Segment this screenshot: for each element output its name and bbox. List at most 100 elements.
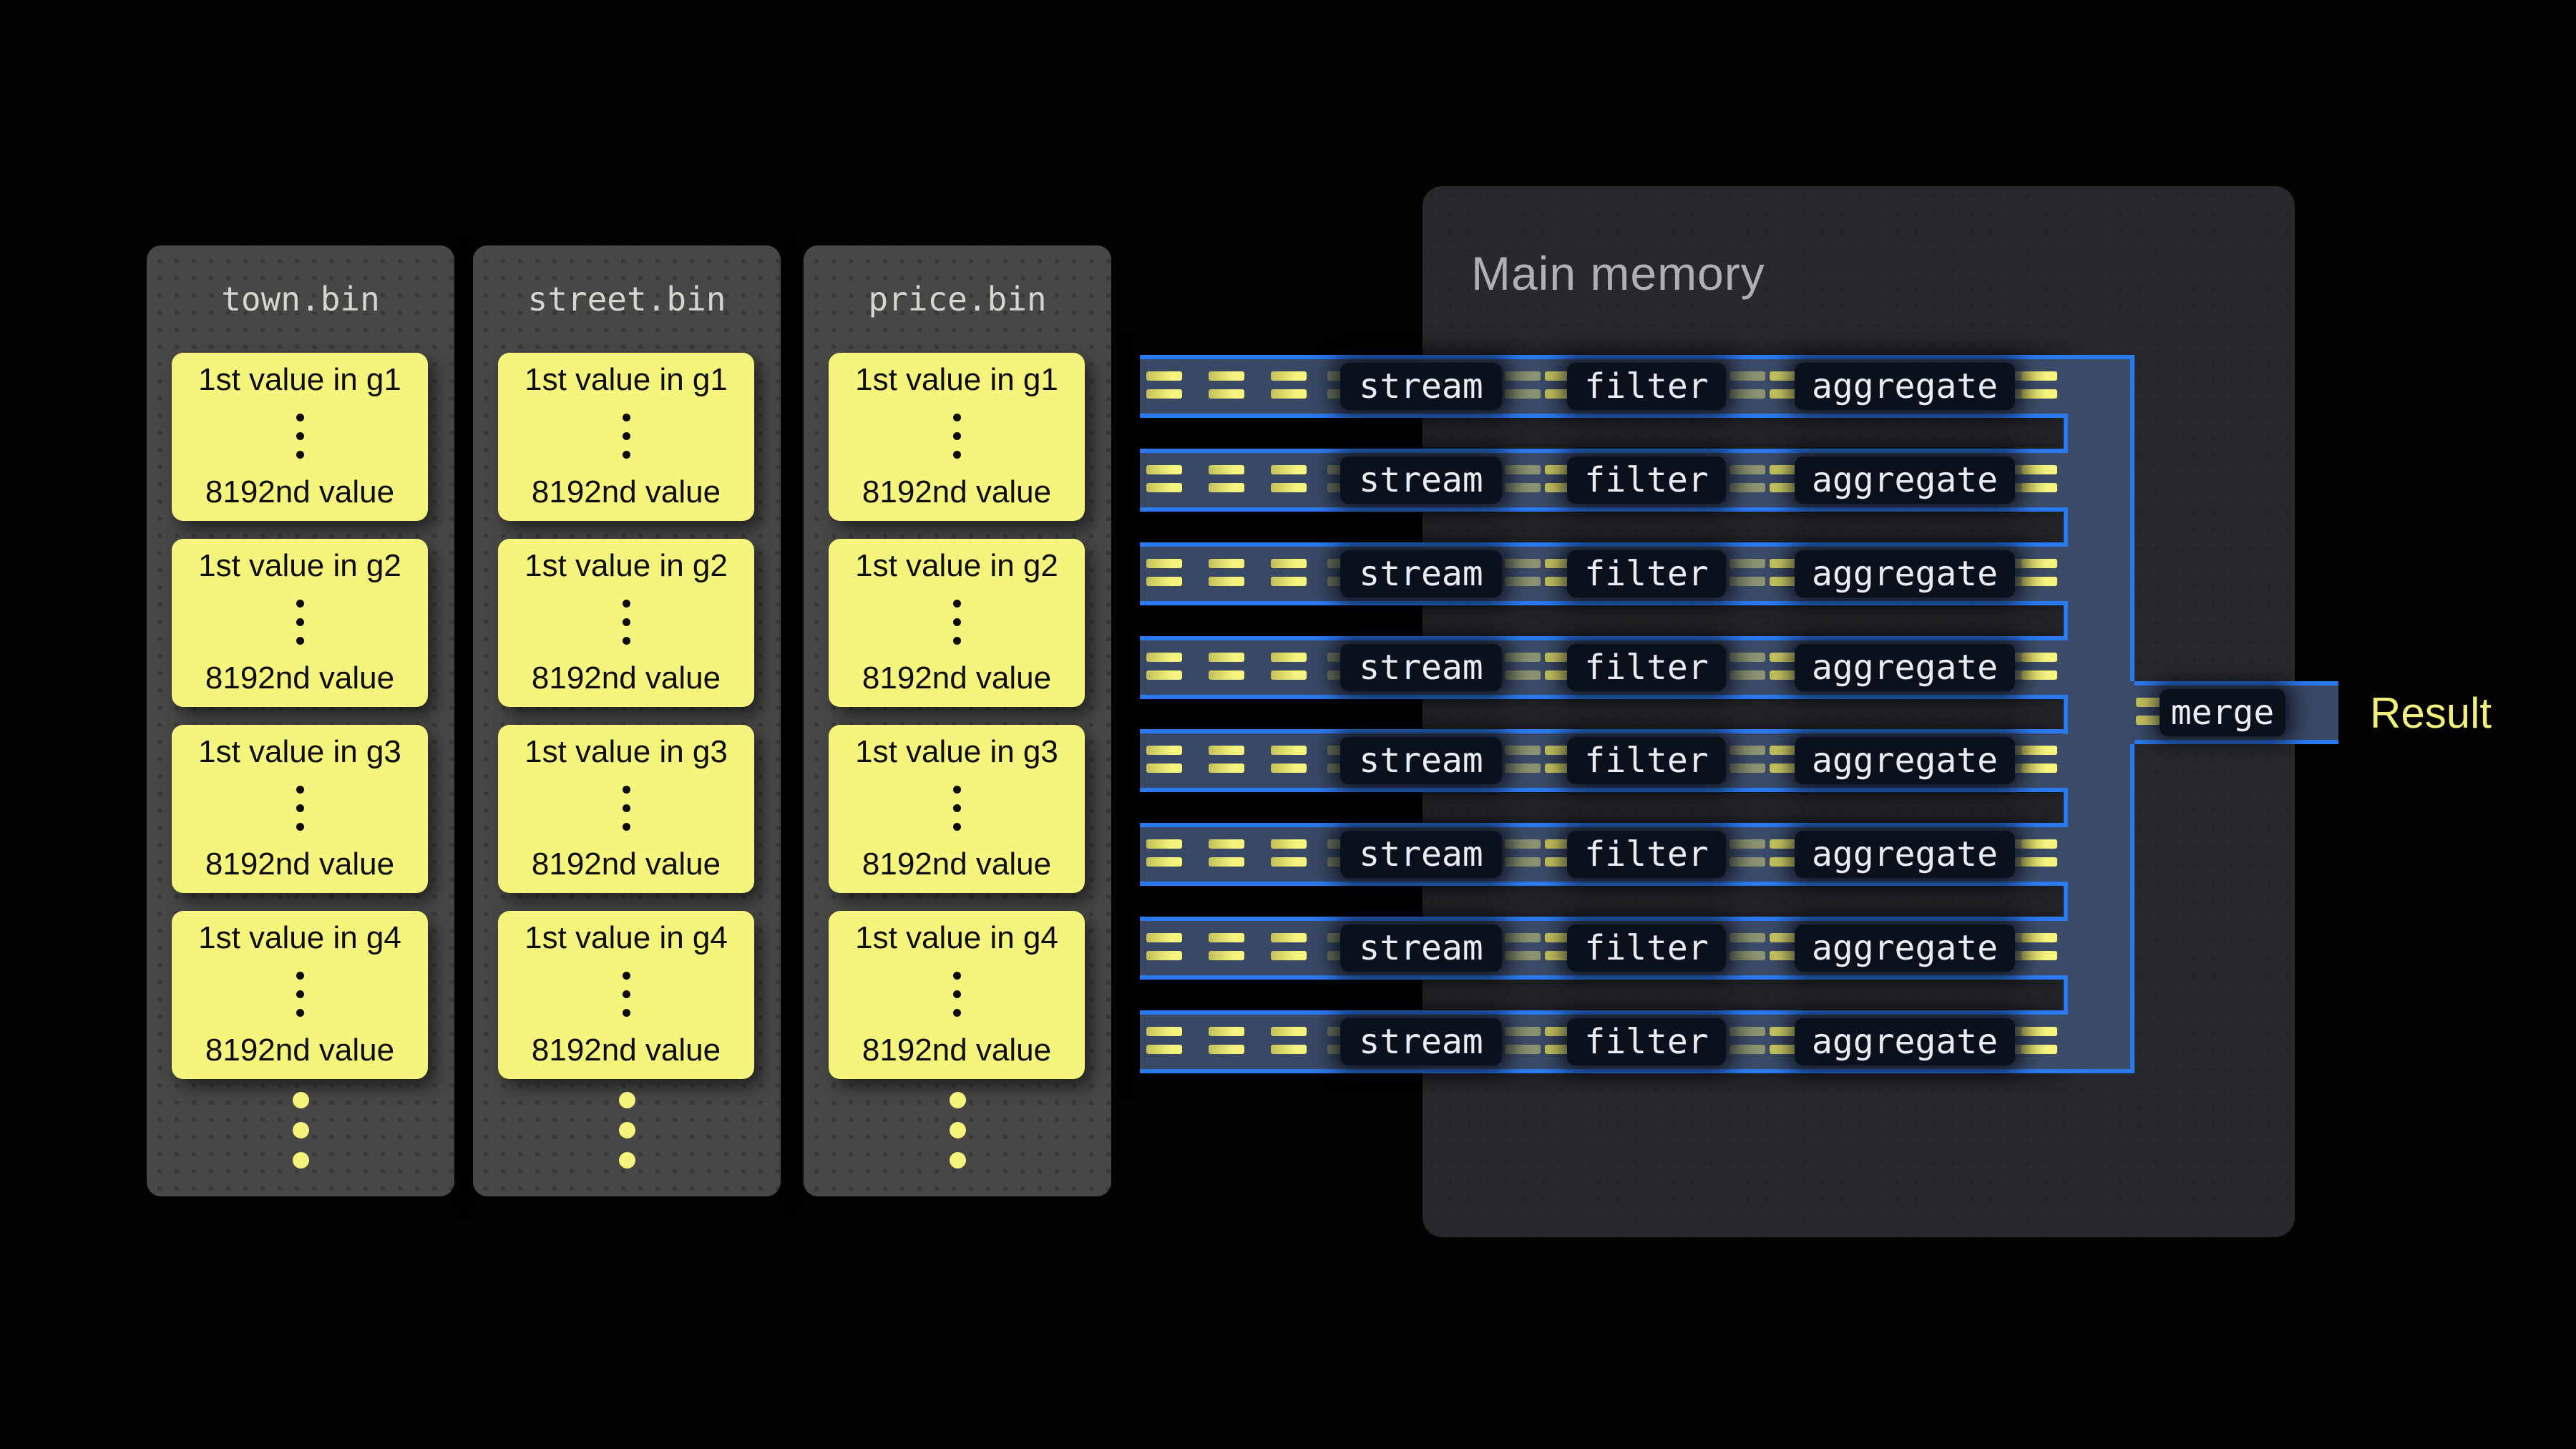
dot-icon xyxy=(623,823,630,831)
equals-icon xyxy=(1271,653,1307,680)
equals-icon xyxy=(2021,1027,2057,1054)
stage-box-filter: filter xyxy=(1567,831,1726,878)
value-block-first-label: 1st value in g1 xyxy=(198,363,401,397)
vertical-ellipsis-icon xyxy=(953,972,961,1017)
dot-icon xyxy=(953,637,961,645)
column-ellipsis-dot-icon xyxy=(619,1122,635,1138)
dot-icon xyxy=(296,972,304,980)
dot-icon xyxy=(623,972,630,980)
pipe-row: streamfilteraggregate xyxy=(1140,917,2068,980)
dot-icon xyxy=(296,451,304,459)
value-block: 1st value in g28192nd value xyxy=(172,539,428,707)
vertical-ellipsis-icon xyxy=(623,786,630,831)
value-block-last-label: 8192nd value xyxy=(532,475,721,509)
dot-icon xyxy=(296,1009,304,1017)
equals-icon xyxy=(1146,465,1182,492)
vertical-ellipsis-icon xyxy=(953,600,961,645)
equals-icon xyxy=(1729,371,1765,399)
value-block: 1st value in g38192nd value xyxy=(172,725,428,893)
vertical-ellipsis-icon xyxy=(953,414,961,459)
stage-box-aggregate: aggregate xyxy=(1795,831,2015,878)
equals-icon xyxy=(1271,746,1307,773)
stage-box-filter: filter xyxy=(1567,457,1726,504)
equals-icon xyxy=(2021,559,2057,586)
stage-box-filter: filter xyxy=(1567,737,1726,784)
dot-icon xyxy=(953,600,961,608)
stage-box-stream: stream xyxy=(1340,737,1502,784)
vertical-ellipsis-icon xyxy=(623,414,630,459)
dot-icon xyxy=(953,1009,961,1017)
stage-box-aggregate: aggregate xyxy=(1795,550,2015,597)
result-label: Result xyxy=(2370,688,2492,738)
pipe-notch-divider xyxy=(2064,788,2068,827)
equals-icon xyxy=(1271,465,1307,492)
column-ellipsis-dot-icon xyxy=(619,1152,635,1169)
value-block: 1st value in g48192nd value xyxy=(172,911,428,1079)
stage-box-stream: stream xyxy=(1340,550,1502,597)
equals-icon xyxy=(1729,933,1765,960)
equals-icon xyxy=(1209,746,1244,773)
dot-icon xyxy=(296,786,304,794)
value-block: 1st value in g38192nd value xyxy=(829,725,1085,893)
stage-box-aggregate: aggregate xyxy=(1795,457,2015,504)
equals-icon xyxy=(2021,746,2057,773)
value-block-first-label: 1st value in g1 xyxy=(855,363,1058,397)
equals-icon xyxy=(1271,933,1307,960)
pipe-notch-divider xyxy=(2064,975,2068,1015)
pipe-notch-divider xyxy=(2064,414,2068,453)
stage-box-aggregate: aggregate xyxy=(1795,737,2015,784)
pipe-row: stream filter aggregate xyxy=(1140,542,2068,605)
main-memory-title: Main memory xyxy=(1471,246,1765,301)
value-block-first-label: 1st value in g2 xyxy=(525,549,728,583)
vertical-ellipsis-icon xyxy=(296,972,304,1017)
dot-icon xyxy=(623,600,630,608)
dot-icon xyxy=(623,414,630,421)
vertical-ellipsis-icon xyxy=(296,786,304,831)
dot-icon xyxy=(623,990,630,998)
dot-icon xyxy=(623,804,630,812)
equals-icon xyxy=(1209,933,1244,960)
file-title: town.bin xyxy=(147,280,454,318)
equals-icon xyxy=(1729,653,1765,680)
dot-icon xyxy=(953,451,961,459)
column-ellipsis-dot-icon xyxy=(950,1122,966,1138)
equals-icon xyxy=(1729,559,1765,586)
equals-icon xyxy=(1505,746,1541,773)
file-column: town.bin1st value in g18192nd value1st v… xyxy=(147,245,454,1196)
value-block-first-label: 1st value in g1 xyxy=(525,363,728,397)
value-block-first-label: 1st value in g4 xyxy=(198,921,401,955)
file-title: price.bin xyxy=(804,280,1111,318)
stage-box-aggregate: aggregate xyxy=(1795,363,2015,410)
equals-icon xyxy=(1271,559,1307,586)
dot-icon xyxy=(623,432,630,440)
dot-icon xyxy=(296,432,304,440)
dot-icon xyxy=(296,600,304,608)
stage-box-aggregate: aggregate xyxy=(1795,644,2015,691)
stage-box-stream: stream xyxy=(1340,1018,1502,1065)
dot-icon xyxy=(296,637,304,645)
pipe-row: streamfilteraggregate xyxy=(1140,449,2068,512)
value-block-first-label: 1st value in g2 xyxy=(198,549,401,583)
value-block-first-label: 1st value in g4 xyxy=(525,921,728,955)
equals-icon xyxy=(1146,653,1182,680)
equals-icon xyxy=(1209,559,1244,586)
merge-pipe: merge xyxy=(2135,681,2338,744)
spine-edge-segment xyxy=(2130,744,2135,1073)
column-ellipsis-dot-icon xyxy=(293,1152,309,1169)
equals-icon xyxy=(1271,371,1307,399)
equals-icon xyxy=(1209,465,1244,492)
stage-box-stream: stream xyxy=(1340,363,1502,410)
stage-box-filter: filter xyxy=(1567,924,1726,972)
value-block-first-label: 1st value in g3 xyxy=(198,735,401,769)
equals-icon xyxy=(1729,465,1765,492)
dot-icon xyxy=(296,990,304,998)
file-column: price.bin1st value in g18192nd value1st … xyxy=(804,245,1111,1196)
stage-box-stream: stream xyxy=(1340,644,1502,691)
equals-icon xyxy=(1146,839,1182,867)
dot-icon xyxy=(623,1009,630,1017)
value-block-last-label: 8192nd value xyxy=(532,661,721,696)
dot-icon xyxy=(623,786,630,794)
stage-box-aggregate: aggregate xyxy=(1795,1018,2015,1065)
stage-box-filter: filter xyxy=(1567,550,1726,597)
equals-icon xyxy=(1271,1027,1307,1054)
